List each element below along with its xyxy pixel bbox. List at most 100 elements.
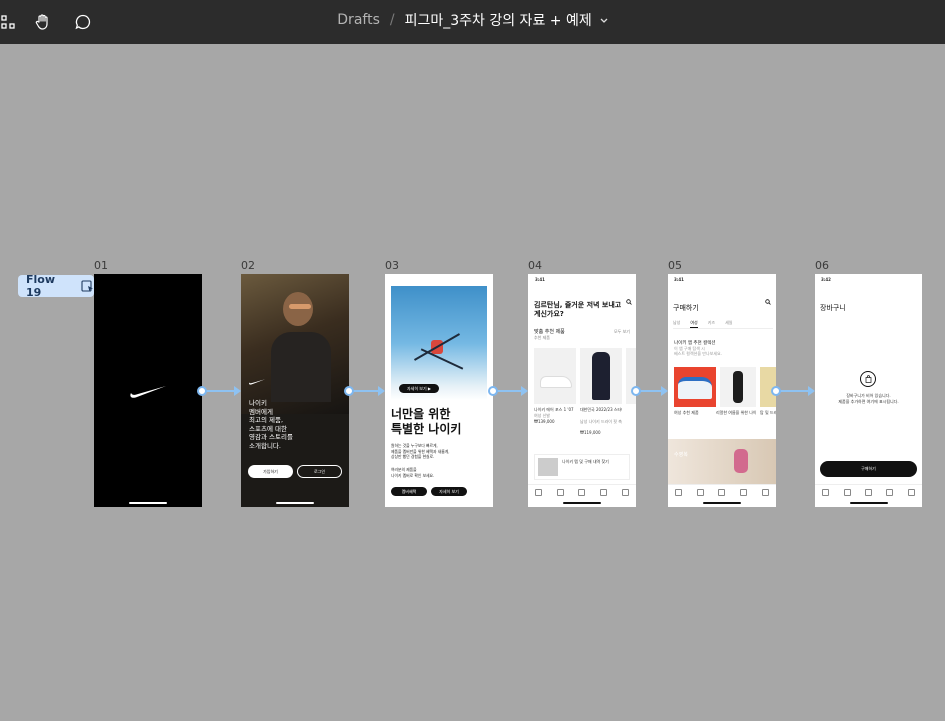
tab-bar [528, 484, 636, 499]
bag-icon[interactable] [600, 488, 608, 496]
frame-label-02[interactable]: 02 [241, 259, 255, 272]
prototype-connection[interactable] [639, 390, 662, 392]
section-subtitle: 추천 제품 [534, 335, 550, 340]
product-image-2[interactable] [580, 348, 622, 404]
profile-icon[interactable] [621, 488, 629, 496]
connection-arrow-icon [234, 386, 241, 396]
product-image-1[interactable] [534, 348, 576, 404]
banner-text: 수영복 [674, 452, 688, 458]
prototype-connection[interactable] [205, 390, 235, 392]
body-text-2: 여러분의 제품을 나이키 멤버로 확인 보세요. [391, 467, 435, 478]
file-name[interactable]: 피그마_3주차 강의 자료 + 예제 [405, 10, 592, 30]
prototype-connection[interactable] [496, 390, 522, 392]
onboarding-text: 나이키 멤버에게 최고의 제품, 스포츠에 대한 영감과 스토리를 소개합니다. [249, 399, 293, 450]
breadcrumb: Drafts / 피그마_3주차 강의 자료 + 예제 [0, 0, 945, 40]
frame-label-03[interactable]: 03 [385, 259, 399, 272]
home-indicator [563, 502, 601, 504]
search-icon[interactable] [765, 290, 771, 305]
category-tabs: 남성 여성 키즈 세일 [673, 320, 773, 329]
chevron-down-icon[interactable] [600, 12, 608, 28]
frame-label-06[interactable]: 06 [815, 259, 829, 272]
home-indicator [703, 502, 741, 504]
headline: 너만을 위한 특별한 나이키 [391, 407, 462, 436]
frame-02-onboarding[interactable]: 나이키 멤버에게 최고의 제품, 스포츠에 대한 영감과 스토리를 소개합니다.… [241, 274, 349, 507]
collection-label-2: 리얼한 여름을 위한 나이키 스포츠 웨어 [716, 410, 756, 415]
tab-bar [668, 484, 776, 499]
heart-icon[interactable] [864, 488, 872, 496]
profile-icon[interactable] [761, 488, 769, 496]
bag-icon [860, 371, 876, 387]
collection-label-3: 탑 및 드레스 [760, 410, 776, 415]
prototype-connection[interactable] [779, 390, 809, 392]
search-icon[interactable] [843, 488, 851, 496]
section-subtitle: 이 앱 구매 탐색 시 베스트 컬렉션을 만나보세요. [674, 346, 722, 356]
banner-card[interactable]: 나이키 멤 및 구매 내역 찾기 [534, 454, 630, 480]
connection-arrow-icon [808, 386, 815, 396]
heart-icon[interactable] [718, 488, 726, 496]
frame-label-05[interactable]: 05 [668, 259, 682, 272]
product-name-2: 대한민국 2022/23 스타디움 어웨이 [580, 407, 622, 412]
connection-arrow-icon [521, 386, 528, 396]
flow-starting-point-tag[interactable]: Flow 19 [18, 273, 94, 299]
connection-handle[interactable] [771, 386, 781, 396]
home-icon[interactable] [535, 488, 543, 496]
body-text: 원하는 것을 누구보다 빠르게, 제품을 멤버만을 위한 혜택과 새롭게, 상상… [391, 443, 450, 459]
checkout-button[interactable]: 구매하기 [820, 461, 917, 477]
connection-arrow-icon [661, 386, 668, 396]
home-indicator [849, 502, 888, 504]
home-indicator [276, 502, 314, 504]
login-button[interactable]: 로그인 [297, 465, 342, 478]
hero-photo [241, 274, 349, 414]
bag-icon[interactable] [740, 488, 748, 496]
home-indicator [129, 502, 167, 504]
greeting-title: 김르탄님, 즐거운 저녁 보내고 계신가요? [534, 301, 622, 318]
frame-03-member-intro[interactable]: 자세히 보기 ▶ 너만을 위한 특별한 나이키 원하는 것을 누구보다 빠르게,… [385, 274, 493, 507]
connection-handle[interactable] [197, 386, 207, 396]
collection-label-1: 여성 추천 제품 [674, 410, 699, 415]
home-icon[interactable] [675, 488, 683, 496]
status-time: 3:41 [535, 277, 545, 282]
frame-label-04[interactable]: 04 [528, 259, 542, 272]
join-button[interactable]: 가입하기 [248, 465, 293, 478]
collection-image-1[interactable] [674, 367, 716, 407]
search-icon[interactable] [696, 488, 704, 496]
connection-handle[interactable] [344, 386, 354, 396]
search-icon[interactable] [626, 290, 632, 305]
page-title: 구매하기 [673, 304, 699, 312]
product-price-1: ₩139,000 [534, 419, 555, 424]
detail-button[interactable]: 자세히 보기 [431, 487, 467, 496]
section-title: 맞춤 추천 제품 [534, 329, 565, 335]
tab-bar [815, 484, 922, 499]
frame-label-01[interactable]: 01 [94, 259, 108, 272]
connection-handle[interactable] [631, 386, 641, 396]
member-benefit-button[interactable]: 멤버혜택 [391, 487, 427, 496]
frame-06-cart[interactable]: 3:42 장바구니 장바구니가 비어 있습니다. 제품을 추가하면 여기에 표시… [815, 274, 922, 507]
swimwear-banner[interactable]: 수영복 [668, 439, 776, 484]
tab-women[interactable]: 여성 [690, 320, 698, 328]
prototype-connection[interactable] [352, 390, 379, 392]
tab-sale[interactable]: 세일 [725, 320, 732, 328]
swoosh-logo-icon [130, 386, 166, 398]
page-title: 장바구니 [820, 304, 846, 312]
search-icon[interactable] [556, 488, 564, 496]
tab-kids[interactable]: 키즈 [708, 320, 715, 328]
bag-icon[interactable] [886, 488, 894, 496]
breadcrumb-drafts[interactable]: Drafts [337, 12, 380, 28]
tab-men[interactable]: 남성 [673, 320, 680, 328]
frame-04-home[interactable]: 3:41 김르탄님, 즐거운 저녁 보내고 계신가요? 맞춤 추천 제품 추천 … [528, 274, 636, 507]
present-flow-icon[interactable] [81, 279, 94, 293]
product-category-2: 남성 나이키 드라이 핏 축구 [580, 419, 622, 424]
collection-image-2[interactable] [720, 367, 756, 407]
connection-handle[interactable] [488, 386, 498, 396]
frame-01-splash[interactable] [94, 274, 202, 507]
flow-label: Flow 19 [26, 273, 56, 299]
banner-text: 나이키 멤 및 구매 내역 찾기 [562, 459, 609, 464]
heart-icon[interactable] [578, 488, 586, 496]
product-price-2: ₩119,000 [580, 430, 601, 435]
profile-icon[interactable] [907, 488, 915, 496]
home-icon[interactable] [822, 488, 830, 496]
image-detail-button[interactable]: 자세히 보기 ▶ [399, 384, 439, 393]
see-all-link[interactable]: 모두 보기 [614, 329, 630, 335]
frame-05-shop[interactable]: 3:41 구매하기 남성 여성 키즈 세일 나이키 앱 추천 컬렉션 이 앱 구… [668, 274, 776, 507]
status-time: 3:42 [821, 277, 831, 282]
